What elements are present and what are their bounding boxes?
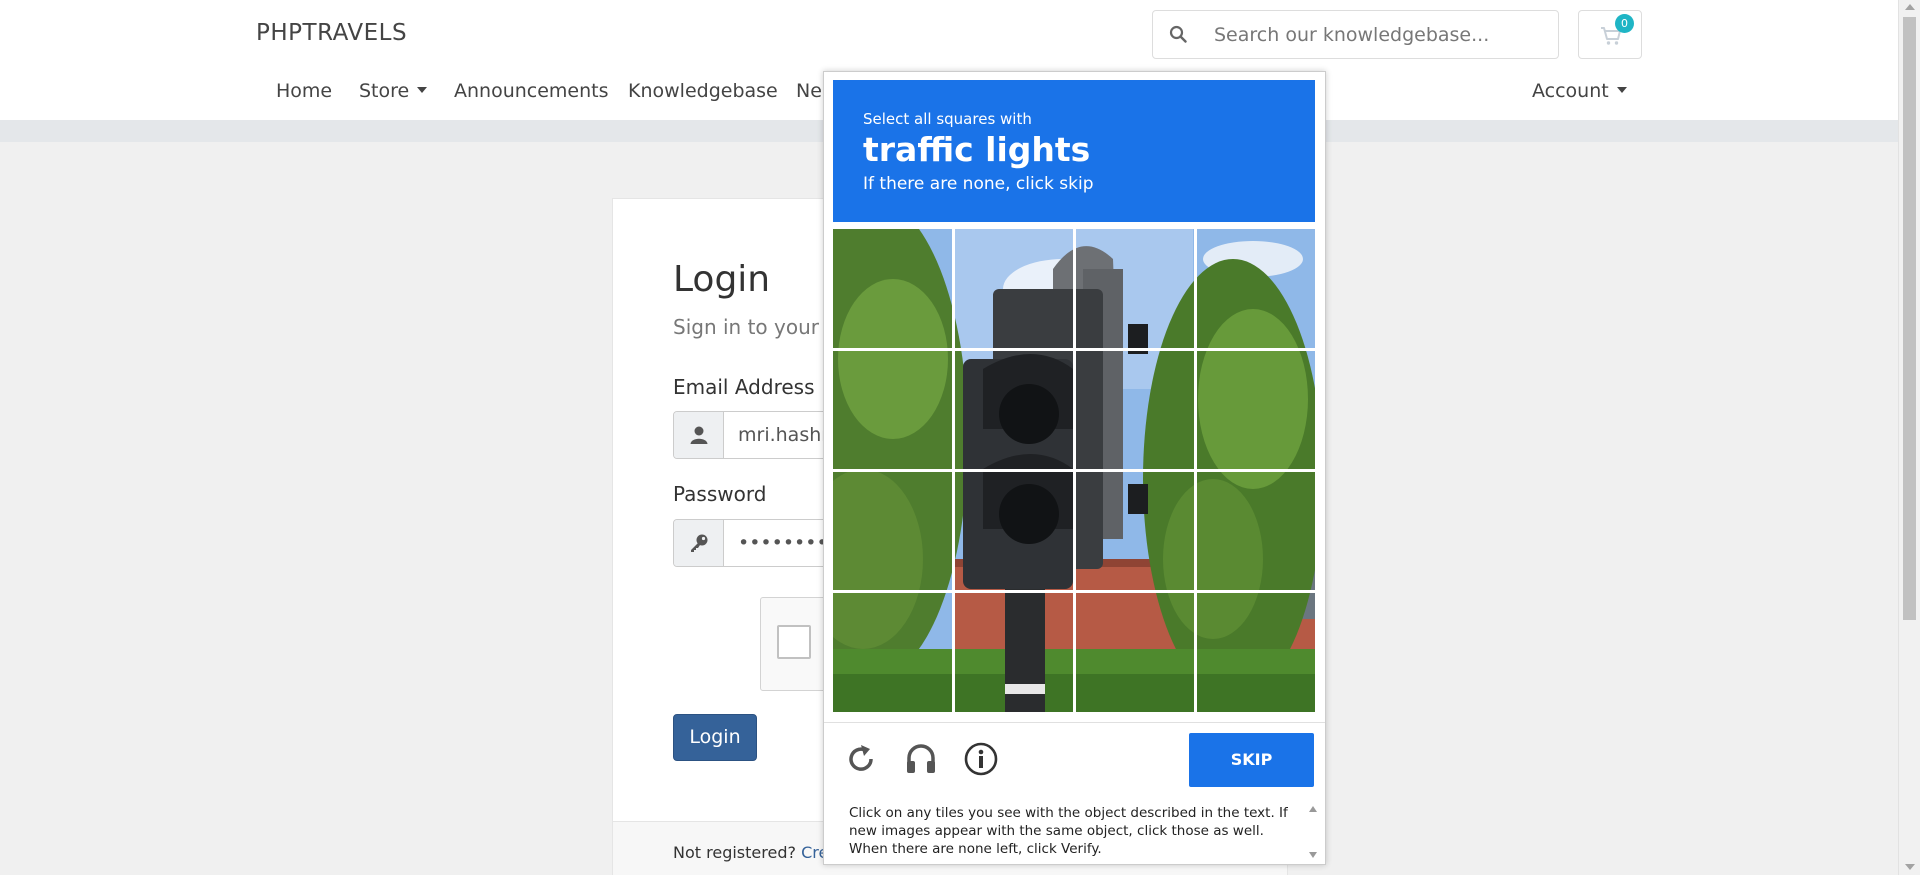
challenge-subinstruction: If there are none, click skip: [863, 174, 1094, 194]
recaptcha-challenge-dialog: Select all squares with traffic lights I…: [823, 71, 1326, 865]
recaptcha-checkbox[interactable]: [777, 625, 811, 659]
account-label: Account: [1532, 80, 1609, 102]
nav-announcements[interactable]: Announcements: [454, 80, 609, 102]
email-value: mri.hashr: [738, 424, 830, 446]
cart-count-badge: 0: [1615, 14, 1634, 33]
search-placeholder: Search our knowledgebase...: [1214, 24, 1490, 46]
nav-store[interactable]: Store: [359, 80, 428, 102]
challenge-image-grid[interactable]: [833, 229, 1315, 712]
reload-icon[interactable]: [843, 741, 879, 777]
chevron-down-icon: [417, 86, 428, 93]
audio-icon[interactable]: [903, 741, 939, 777]
search-icon: [1169, 25, 1187, 43]
email-addon: [674, 412, 724, 458]
key-icon: [691, 534, 708, 552]
challenge-toolbar-divider: [824, 722, 1325, 723]
nav-home[interactable]: Home: [276, 80, 332, 102]
skip-button[interactable]: SKIP: [1189, 733, 1314, 787]
challenge-help-text: Click on any tiles you see with the obje…: [849, 805, 1288, 857]
scroll-up-arrow-icon[interactable]: [1905, 4, 1915, 10]
page-title: Login: [673, 259, 771, 300]
password-addon: [674, 520, 724, 566]
chevron-down-icon: [1616, 86, 1627, 93]
challenge-target: traffic lights: [863, 130, 1091, 169]
page-scrollbar[interactable]: [1898, 0, 1920, 875]
challenge-instruction: Select all squares with: [863, 110, 1032, 128]
grid-lines: [833, 229, 1315, 712]
register-prompt: Not registered? Crea: [673, 843, 838, 862]
page-subtitle: Sign in to your a: [673, 315, 838, 339]
help-scroll-down-icon[interactable]: [1309, 852, 1317, 858]
email-label: Email Address: [673, 375, 815, 399]
nav-store-label: Store: [359, 80, 410, 102]
brand-logo[interactable]: PHPTRAVELS: [256, 20, 407, 46]
account-menu[interactable]: Account: [1532, 80, 1627, 102]
info-icon[interactable]: [963, 741, 999, 777]
scroll-down-arrow-icon[interactable]: [1905, 864, 1915, 870]
not-registered-text: Not registered?: [673, 843, 796, 862]
challenge-header: Select all squares with traffic lights I…: [833, 80, 1315, 222]
nav-network-status[interactable]: Ne: [796, 80, 822, 102]
user-icon: [690, 426, 708, 444]
nav-knowledgebase[interactable]: Knowledgebase: [628, 80, 778, 102]
knowledgebase-search-input[interactable]: Search our knowledgebase...: [1152, 10, 1559, 59]
login-button[interactable]: Login: [673, 714, 757, 761]
help-scroll-up-icon[interactable]: [1309, 806, 1317, 812]
password-label: Password: [673, 482, 767, 506]
scrollbar-thumb[interactable]: [1903, 17, 1916, 620]
